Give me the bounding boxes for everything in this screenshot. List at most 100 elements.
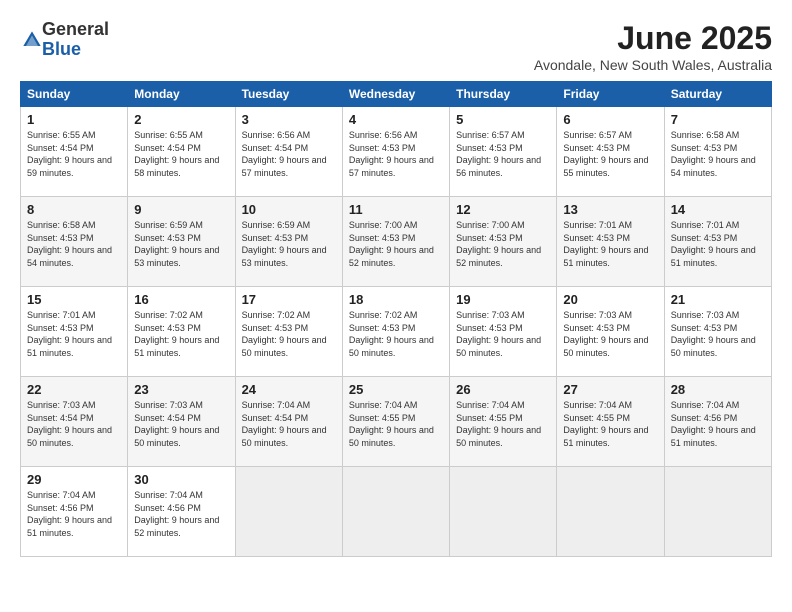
calendar-cell: 19 Sunrise: 7:03 AM Sunset: 4:53 PM Dayl… [450, 287, 557, 377]
day-number: 24 [242, 382, 336, 397]
calendar-cell: 10 Sunrise: 6:59 AM Sunset: 4:53 PM Dayl… [235, 197, 342, 287]
column-header-tuesday: Tuesday [235, 82, 342, 107]
day-number: 12 [456, 202, 550, 217]
day-info: Sunrise: 7:02 AM Sunset: 4:53 PM Dayligh… [242, 309, 336, 359]
day-number: 3 [242, 112, 336, 127]
day-info: Sunrise: 7:01 AM Sunset: 4:53 PM Dayligh… [563, 219, 657, 269]
calendar-cell: 1 Sunrise: 6:55 AM Sunset: 4:54 PM Dayli… [21, 107, 128, 197]
logo-icon [22, 30, 42, 50]
column-header-saturday: Saturday [664, 82, 771, 107]
day-number: 16 [134, 292, 228, 307]
day-number: 14 [671, 202, 765, 217]
calendar-cell: 7 Sunrise: 6:58 AM Sunset: 4:53 PM Dayli… [664, 107, 771, 197]
day-info: Sunrise: 7:03 AM Sunset: 4:54 PM Dayligh… [27, 399, 121, 449]
day-number: 17 [242, 292, 336, 307]
title-block: June 2025 Avondale, New South Wales, Aus… [534, 20, 772, 73]
day-info: Sunrise: 6:59 AM Sunset: 4:53 PM Dayligh… [134, 219, 228, 269]
calendar-week-5: 29 Sunrise: 7:04 AM Sunset: 4:56 PM Dayl… [21, 467, 772, 557]
calendar-cell [664, 467, 771, 557]
day-info: Sunrise: 7:00 AM Sunset: 4:53 PM Dayligh… [349, 219, 443, 269]
calendar-cell [450, 467, 557, 557]
calendar-cell: 29 Sunrise: 7:04 AM Sunset: 4:56 PM Dayl… [21, 467, 128, 557]
calendar-cell: 2 Sunrise: 6:55 AM Sunset: 4:54 PM Dayli… [128, 107, 235, 197]
calendar-table: SundayMondayTuesdayWednesdayThursdayFrid… [20, 81, 772, 557]
day-info: Sunrise: 7:04 AM Sunset: 4:55 PM Dayligh… [349, 399, 443, 449]
day-info: Sunrise: 7:03 AM Sunset: 4:54 PM Dayligh… [134, 399, 228, 449]
calendar-cell: 30 Sunrise: 7:04 AM Sunset: 4:56 PM Dayl… [128, 467, 235, 557]
day-number: 19 [456, 292, 550, 307]
calendar-cell: 18 Sunrise: 7:02 AM Sunset: 4:53 PM Dayl… [342, 287, 449, 377]
day-info: Sunrise: 7:04 AM Sunset: 4:55 PM Dayligh… [563, 399, 657, 449]
calendar-cell: 27 Sunrise: 7:04 AM Sunset: 4:55 PM Dayl… [557, 377, 664, 467]
calendar-cell: 9 Sunrise: 6:59 AM Sunset: 4:53 PM Dayli… [128, 197, 235, 287]
day-number: 11 [349, 202, 443, 217]
day-info: Sunrise: 7:04 AM Sunset: 4:56 PM Dayligh… [134, 489, 228, 539]
day-number: 29 [27, 472, 121, 487]
calendar-week-3: 15 Sunrise: 7:01 AM Sunset: 4:53 PM Dayl… [21, 287, 772, 377]
day-info: Sunrise: 6:59 AM Sunset: 4:53 PM Dayligh… [242, 219, 336, 269]
calendar-cell: 21 Sunrise: 7:03 AM Sunset: 4:53 PM Dayl… [664, 287, 771, 377]
day-number: 6 [563, 112, 657, 127]
column-header-monday: Monday [128, 82, 235, 107]
calendar-cell: 12 Sunrise: 7:00 AM Sunset: 4:53 PM Dayl… [450, 197, 557, 287]
day-info: Sunrise: 7:02 AM Sunset: 4:53 PM Dayligh… [349, 309, 443, 359]
calendar-cell: 20 Sunrise: 7:03 AM Sunset: 4:53 PM Dayl… [557, 287, 664, 377]
calendar-cell: 24 Sunrise: 7:04 AM Sunset: 4:54 PM Dayl… [235, 377, 342, 467]
calendar-header: SundayMondayTuesdayWednesdayThursdayFrid… [21, 82, 772, 107]
page-subtitle: Avondale, New South Wales, Australia [534, 57, 772, 73]
calendar-cell: 4 Sunrise: 6:56 AM Sunset: 4:53 PM Dayli… [342, 107, 449, 197]
column-header-friday: Friday [557, 82, 664, 107]
day-number: 10 [242, 202, 336, 217]
day-info: Sunrise: 6:55 AM Sunset: 4:54 PM Dayligh… [27, 129, 121, 179]
calendar-cell: 23 Sunrise: 7:03 AM Sunset: 4:54 PM Dayl… [128, 377, 235, 467]
day-info: Sunrise: 7:04 AM Sunset: 4:56 PM Dayligh… [27, 489, 121, 539]
day-number: 23 [134, 382, 228, 397]
day-number: 20 [563, 292, 657, 307]
day-info: Sunrise: 7:01 AM Sunset: 4:53 PM Dayligh… [671, 219, 765, 269]
day-info: Sunrise: 6:57 AM Sunset: 4:53 PM Dayligh… [563, 129, 657, 179]
day-info: Sunrise: 7:04 AM Sunset: 4:56 PM Dayligh… [671, 399, 765, 449]
day-number: 4 [349, 112, 443, 127]
calendar-week-2: 8 Sunrise: 6:58 AM Sunset: 4:53 PM Dayli… [21, 197, 772, 287]
calendar-cell [557, 467, 664, 557]
calendar-cell: 11 Sunrise: 7:00 AM Sunset: 4:53 PM Dayl… [342, 197, 449, 287]
logo: General Blue [20, 20, 109, 60]
column-header-wednesday: Wednesday [342, 82, 449, 107]
column-header-thursday: Thursday [450, 82, 557, 107]
page-header: General Blue June 2025 Avondale, New Sou… [20, 20, 772, 73]
calendar-week-4: 22 Sunrise: 7:03 AM Sunset: 4:54 PM Dayl… [21, 377, 772, 467]
day-info: Sunrise: 6:58 AM Sunset: 4:53 PM Dayligh… [27, 219, 121, 269]
calendar-cell: 22 Sunrise: 7:03 AM Sunset: 4:54 PM Dayl… [21, 377, 128, 467]
calendar-cell: 25 Sunrise: 7:04 AM Sunset: 4:55 PM Dayl… [342, 377, 449, 467]
day-number: 22 [27, 382, 121, 397]
day-info: Sunrise: 7:00 AM Sunset: 4:53 PM Dayligh… [456, 219, 550, 269]
calendar-cell: 14 Sunrise: 7:01 AM Sunset: 4:53 PM Dayl… [664, 197, 771, 287]
calendar-cell: 16 Sunrise: 7:02 AM Sunset: 4:53 PM Dayl… [128, 287, 235, 377]
calendar-cell: 8 Sunrise: 6:58 AM Sunset: 4:53 PM Dayli… [21, 197, 128, 287]
day-number: 18 [349, 292, 443, 307]
day-number: 13 [563, 202, 657, 217]
calendar-cell: 26 Sunrise: 7:04 AM Sunset: 4:55 PM Dayl… [450, 377, 557, 467]
day-info: Sunrise: 6:56 AM Sunset: 4:53 PM Dayligh… [349, 129, 443, 179]
calendar-cell: 17 Sunrise: 7:02 AM Sunset: 4:53 PM Dayl… [235, 287, 342, 377]
day-number: 2 [134, 112, 228, 127]
day-info: Sunrise: 7:04 AM Sunset: 4:55 PM Dayligh… [456, 399, 550, 449]
day-number: 27 [563, 382, 657, 397]
calendar-cell: 5 Sunrise: 6:57 AM Sunset: 4:53 PM Dayli… [450, 107, 557, 197]
calendar-week-1: 1 Sunrise: 6:55 AM Sunset: 4:54 PM Dayli… [21, 107, 772, 197]
day-number: 7 [671, 112, 765, 127]
calendar-cell [235, 467, 342, 557]
day-info: Sunrise: 6:58 AM Sunset: 4:53 PM Dayligh… [671, 129, 765, 179]
day-number: 25 [349, 382, 443, 397]
day-info: Sunrise: 7:04 AM Sunset: 4:54 PM Dayligh… [242, 399, 336, 449]
calendar-cell: 6 Sunrise: 6:57 AM Sunset: 4:53 PM Dayli… [557, 107, 664, 197]
column-header-sunday: Sunday [21, 82, 128, 107]
day-number: 26 [456, 382, 550, 397]
logo-general: General [42, 20, 109, 40]
day-info: Sunrise: 7:03 AM Sunset: 4:53 PM Dayligh… [563, 309, 657, 359]
day-number: 9 [134, 202, 228, 217]
day-number: 21 [671, 292, 765, 307]
day-info: Sunrise: 7:01 AM Sunset: 4:53 PM Dayligh… [27, 309, 121, 359]
day-number: 1 [27, 112, 121, 127]
day-info: Sunrise: 6:57 AM Sunset: 4:53 PM Dayligh… [456, 129, 550, 179]
